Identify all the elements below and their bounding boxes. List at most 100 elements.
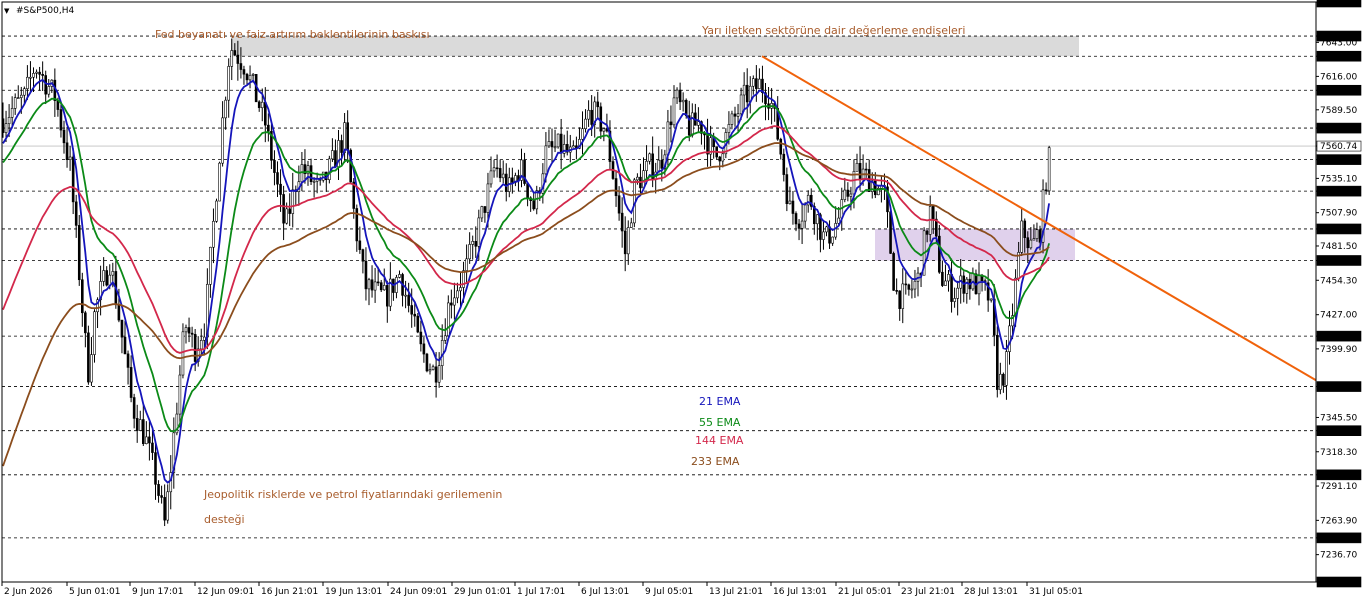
legend-ema21: 21 EMA	[699, 395, 741, 408]
candle-body	[995, 334, 999, 390]
candle-body	[450, 302, 453, 306]
candle-body	[44, 75, 48, 95]
y-tick-label: 7589.50	[1320, 106, 1357, 116]
y-tick-label: 7345.50	[1320, 413, 1357, 423]
candle-body	[422, 343, 426, 355]
candle-body	[1008, 325, 1011, 352]
candle-body	[489, 170, 493, 185]
price-chart[interactable]: ▼ #S&P500,H4 Fed beyanatı ve faiz artırı…	[0, 0, 1362, 603]
candle-body	[81, 279, 84, 314]
candle-body	[648, 153, 651, 162]
candle-body	[102, 270, 105, 282]
candle-body	[346, 122, 349, 151]
legend-ema233: 233 EMA	[691, 455, 740, 468]
candle-body	[590, 109, 593, 125]
candle-body	[4, 123, 8, 133]
candle-body	[190, 332, 194, 335]
candle-body	[407, 294, 410, 306]
candle-body	[10, 108, 14, 118]
candle-body	[745, 84, 749, 103]
candle-body	[312, 180, 316, 183]
candle-body	[782, 153, 786, 175]
candle-body	[843, 189, 847, 200]
candle-body	[361, 249, 365, 262]
annotation-semiconductor: Yarı iletken sektörüne dair değerleme en…	[701, 24, 965, 37]
candle-body	[239, 63, 243, 70]
candle-body	[755, 78, 758, 89]
candle-body	[282, 194, 285, 224]
candle-body	[947, 274, 950, 282]
candle-body	[129, 367, 133, 398]
candle-body	[486, 183, 490, 213]
candle-body	[199, 340, 203, 350]
candle-body	[614, 178, 618, 197]
candle-body	[212, 220, 215, 248]
candle-body	[328, 158, 331, 180]
x-tick-label: 19 Jun 13:01	[325, 587, 382, 597]
candle-body	[501, 173, 505, 179]
candle-body	[178, 374, 182, 415]
candle-body	[379, 282, 383, 291]
candle-body	[285, 208, 288, 224]
candle-body	[602, 128, 606, 132]
candle-body	[428, 369, 432, 372]
candle-body	[157, 484, 160, 496]
candle-body	[1044, 189, 1048, 192]
candle-body	[215, 200, 218, 222]
y-tick-label: 7605.00	[1320, 86, 1357, 96]
candle-body	[331, 150, 334, 160]
candle-body	[65, 142, 69, 160]
candle-body	[233, 50, 237, 56]
candle-body	[260, 101, 264, 109]
candle-body	[434, 366, 438, 383]
candle-body	[87, 332, 90, 383]
candle-body	[620, 212, 624, 232]
candle-body	[849, 193, 853, 197]
candle-body	[480, 206, 484, 219]
candle-body	[16, 97, 20, 99]
candle-body	[1023, 220, 1027, 238]
candle-body	[291, 189, 295, 214]
candle-body	[855, 162, 859, 172]
y-tick-label: 7263.90	[1320, 516, 1357, 526]
annotation-fed: Fed beyanatı ve faiz artırım beklentiler…	[155, 28, 430, 41]
y-tick-label: 7575.00	[1320, 124, 1357, 134]
symbol-menu-icon[interactable]: ▼	[4, 7, 10, 15]
candle-body	[660, 159, 664, 169]
candle-body	[599, 106, 603, 132]
candle-body	[727, 124, 731, 133]
candle-body	[672, 97, 676, 126]
candle-body	[800, 220, 804, 229]
candle-body	[550, 141, 554, 148]
candle-body	[117, 304, 121, 321]
candle-body	[74, 201, 78, 226]
y-tick-label: 7300.00	[1320, 471, 1357, 481]
candle-body	[135, 418, 139, 431]
candle-body	[944, 280, 947, 286]
candle-body	[224, 99, 227, 119]
annotation-geopolitics-line1: Jeopolitik risklerde ve petrol fiyatları…	[203, 488, 502, 501]
y-tick-label: 7399.90	[1320, 345, 1357, 355]
candle-body	[706, 134, 709, 155]
candle-body	[858, 162, 862, 179]
candle-body	[267, 124, 270, 132]
y-tick-label: 7427.00	[1320, 311, 1357, 321]
candle-body	[151, 442, 154, 453]
candle-body	[895, 290, 898, 292]
candle-body	[465, 258, 468, 271]
candle-body	[498, 168, 502, 179]
candle-body	[248, 75, 252, 81]
candle-body	[77, 225, 81, 281]
candle-body	[227, 66, 230, 101]
candle-body	[148, 436, 151, 444]
candle-body	[1032, 238, 1036, 241]
candle-body	[41, 73, 44, 76]
candle-body	[245, 73, 249, 81]
candle-body	[532, 200, 536, 210]
y-tick-label: 7550.00	[1320, 156, 1357, 166]
candle-body	[181, 331, 185, 376]
candle-body	[453, 297, 456, 306]
candle-body	[626, 227, 630, 255]
candle-body	[187, 327, 191, 334]
candle-body	[977, 274, 981, 295]
